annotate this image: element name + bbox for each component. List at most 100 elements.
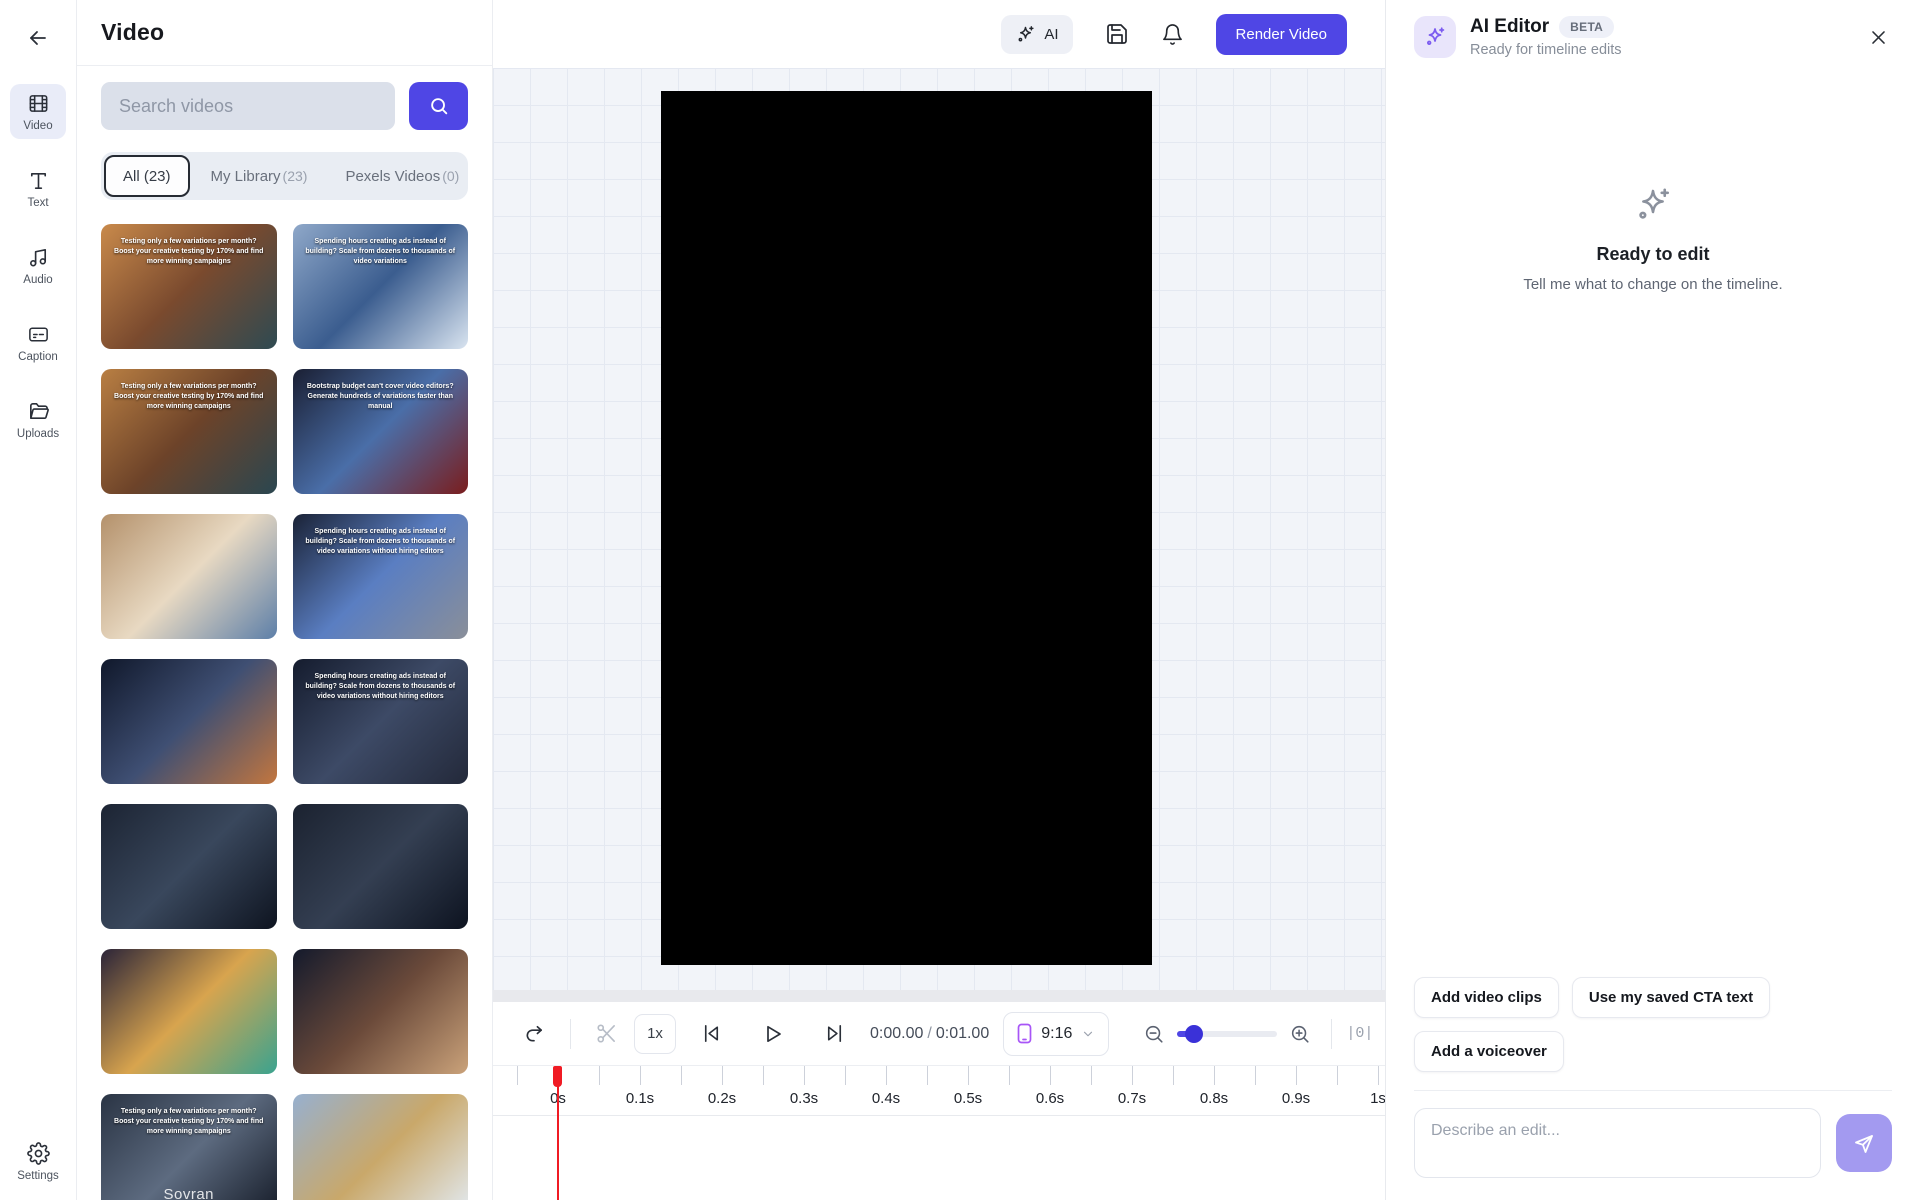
video-thumbnail-girl-glasses-bokeh[interactable] xyxy=(293,949,469,1074)
thumbnail-watermark: Sovran xyxy=(101,1186,277,1200)
sidebar-item-audio[interactable]: Audio xyxy=(10,238,66,293)
ruler-minor-tick xyxy=(845,1066,846,1085)
left-rail: Video Text Audio Caption Uploads Settings xyxy=(0,0,77,1200)
ai-panel-title: AI Editor xyxy=(1470,16,1549,38)
video-thumbnail-anime-coder-desk[interactable]: Testing only a few variations per month?… xyxy=(101,224,277,349)
sidebar-item-label: Uploads xyxy=(17,428,59,440)
ruler-minor-tick xyxy=(599,1066,600,1085)
tab-label: My Library xyxy=(211,168,281,185)
sidebar-item-caption[interactable]: Caption xyxy=(10,315,66,370)
playback-speed-button[interactable]: 1x xyxy=(634,1014,676,1054)
thumbnail-caption: Testing only a few variations per month?… xyxy=(113,1107,264,1137)
timeline-zoom-slider[interactable] xyxy=(1177,1031,1277,1037)
ai-panel-subtitle: Ready for timeline edits xyxy=(1470,42,1622,58)
play-button[interactable] xyxy=(755,1016,791,1052)
video-thumbnail-anime-boy-lamp-desk[interactable] xyxy=(101,949,277,1074)
zoom-in-button[interactable] xyxy=(1283,1017,1317,1051)
sidebar-item-settings[interactable]: Settings xyxy=(17,1142,59,1182)
video-thumbnail-astronaut-cat-yawn[interactable] xyxy=(293,1094,469,1200)
render-video-button[interactable]: Render Video xyxy=(1216,14,1347,55)
video-thumbnail-anime-coder-desk-2[interactable]: Testing only a few variations per month?… xyxy=(101,369,277,494)
tab-pexels-videos[interactable]: Pexels Videos(0) xyxy=(328,155,476,197)
fit-timeline-button[interactable]: |0| xyxy=(1346,1025,1373,1042)
total-time: 0:01.00 xyxy=(936,1025,989,1042)
timeline-ruler[interactable]: 0s0.1s0.2s0.3s0.4s0.5s0.6s0.7s0.8s0.9s1s xyxy=(493,1066,1385,1116)
video-thumbnail-glasses-bokeh-coder[interactable] xyxy=(101,659,277,784)
ruler-tick-label: 0.1s xyxy=(626,1090,654,1107)
page-title: Video xyxy=(101,19,164,46)
ruler-minor-tick xyxy=(1173,1066,1174,1085)
suggestion-add-a-voiceover[interactable]: Add a voiceover xyxy=(1414,1031,1564,1072)
canvas-horizontal-scrollbar[interactable] xyxy=(493,990,1385,1002)
sidebar-item-uploads[interactable]: Uploads xyxy=(10,392,66,447)
ruler-tick xyxy=(1296,1066,1297,1085)
ruler-minor-tick xyxy=(517,1066,518,1085)
ruler-tick-label: 0.2s xyxy=(708,1090,736,1107)
tab-all-23[interactable]: All (23) xyxy=(104,155,190,197)
time-separator: / xyxy=(923,1025,935,1042)
ruler-tick xyxy=(968,1066,969,1085)
arrow-left-icon xyxy=(26,26,50,50)
save-icon xyxy=(1105,22,1129,46)
ruler-tick xyxy=(1214,1066,1215,1085)
sparkle-icon xyxy=(1015,24,1036,45)
sparkle-icon xyxy=(1632,184,1674,226)
send-button[interactable] xyxy=(1836,1114,1892,1172)
sidebar-item-video[interactable]: Video xyxy=(10,84,66,139)
cut-button[interactable] xyxy=(589,1016,624,1051)
suggestion-use-my-saved-cta-text[interactable]: Use my saved CTA text xyxy=(1572,977,1770,1018)
ruler-minor-tick xyxy=(763,1066,764,1085)
zoom-out-button[interactable] xyxy=(1137,1017,1171,1051)
sidebar-item-label: Text xyxy=(27,197,48,209)
ai-header-text: AI Editor BETA Ready for timeline edits xyxy=(1470,16,1622,58)
video-thumbnail-dark-portrait-2[interactable] xyxy=(293,804,469,929)
skip-to-start-button[interactable] xyxy=(694,1016,729,1051)
suggestion-add-video-clips[interactable]: Add video clips xyxy=(1414,977,1559,1018)
video-thumbnail-gray-hoodie-dark[interactable]: Spending hours creating ads instead of b… xyxy=(293,659,469,784)
ruler-minor-tick xyxy=(1337,1066,1338,1085)
video-thumbnail-hoodie-coder-neon[interactable]: Bootstrap budget can't cover video edito… xyxy=(293,369,469,494)
folder-icon xyxy=(27,400,50,423)
aspect-ratio-value: 9:16 xyxy=(1041,1025,1072,1043)
video-thumbnail-hoodie-coder-laptop[interactable]: Spending hours creating ads instead of b… xyxy=(293,514,469,639)
playhead-handle[interactable] xyxy=(553,1066,562,1087)
close-icon xyxy=(1869,28,1888,47)
video-thumbnail-astronaut-cat-earth[interactable]: Spending hours creating ads instead of b… xyxy=(293,224,469,349)
video-thumbnail-astronaut-cat-closeup[interactable] xyxy=(101,514,277,639)
tab-count: (23) xyxy=(283,168,308,184)
ruler-minor-tick xyxy=(1009,1066,1010,1085)
redo-button[interactable] xyxy=(517,1016,552,1051)
ruler-tick-label: 0.4s xyxy=(872,1090,900,1107)
rail-nav: Video Text Audio Caption Uploads xyxy=(10,84,66,447)
edit-description-input[interactable] xyxy=(1414,1108,1821,1178)
timeline[interactable]: 0s0.1s0.2s0.3s0.4s0.5s0.6s0.7s0.8s0.9s1s xyxy=(493,1065,1385,1200)
current-time: 0:00.00 xyxy=(870,1025,923,1042)
sidebar-item-label: Audio xyxy=(23,274,52,286)
sidebar-item-text[interactable]: Text xyxy=(10,161,66,216)
beta-badge: BETA xyxy=(1559,16,1614,38)
film-icon xyxy=(27,92,50,115)
editor-canvas[interactable] xyxy=(493,68,1385,990)
aspect-ratio-dropdown[interactable]: 9:16 xyxy=(1003,1012,1109,1056)
video-preview[interactable] xyxy=(661,91,1152,965)
sidebar-item-label: Caption xyxy=(18,351,58,363)
ruler-minor-tick xyxy=(1255,1066,1256,1085)
tab-my-library[interactable]: My Library(23) xyxy=(194,155,325,197)
search-button[interactable] xyxy=(409,82,468,130)
ruler-tick-label: 0.3s xyxy=(790,1090,818,1107)
save-button[interactable] xyxy=(1105,22,1129,46)
video-thumbnail-woman-hands-face[interactable]: Testing only a few variations per month?… xyxy=(101,1094,277,1200)
video-thumbnail-dark-portrait-1[interactable] xyxy=(101,804,277,929)
back-button[interactable] xyxy=(20,20,56,56)
thumbnail-caption: Testing only a few variations per month?… xyxy=(113,237,264,267)
slider-knob[interactable] xyxy=(1185,1025,1203,1043)
tab-label: All (23) xyxy=(123,168,171,185)
ai-assistant-button[interactable]: AI xyxy=(1001,15,1072,54)
time-display: 0:00.00/0:01.00 xyxy=(870,1025,989,1043)
thumbnail-caption: Spending hours creating ads instead of b… xyxy=(305,527,456,557)
close-panel-button[interactable] xyxy=(1865,24,1892,51)
search-input[interactable] xyxy=(101,82,395,130)
panel-header: Video xyxy=(77,0,492,66)
notifications-button[interactable] xyxy=(1161,23,1184,46)
skip-to-end-button[interactable] xyxy=(817,1016,852,1051)
